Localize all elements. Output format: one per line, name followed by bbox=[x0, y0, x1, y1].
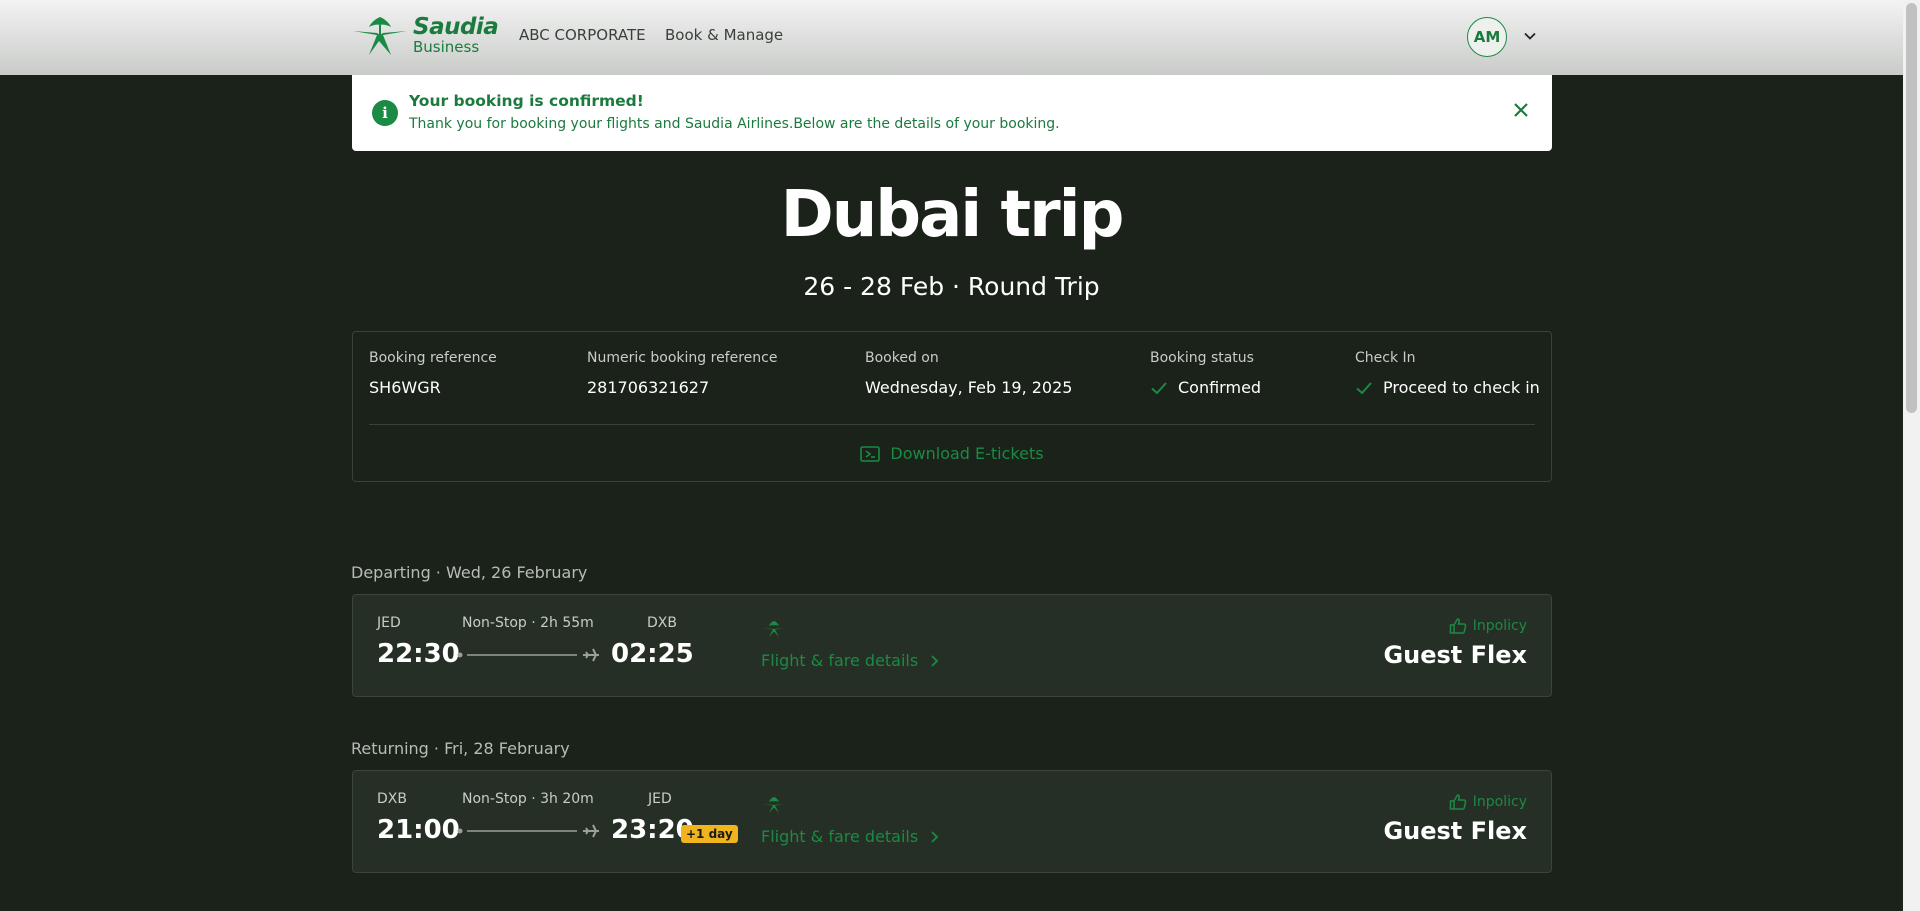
saudia-business-logo[interactable]: Saudia Business bbox=[351, 13, 499, 57]
chevron-right-icon bbox=[931, 654, 939, 667]
checkmark-icon bbox=[1151, 381, 1167, 394]
close-icon[interactable] bbox=[1512, 101, 1530, 119]
info-icon: i bbox=[372, 100, 398, 126]
flight-duration: Non-Stop · 2h 55m bbox=[462, 615, 594, 631]
brand-name: Saudia bbox=[413, 13, 499, 40]
chevron-down-icon[interactable] bbox=[1523, 29, 1537, 43]
origin-code: JED bbox=[377, 615, 401, 631]
download-label[interactable]: Download E-tickets bbox=[890, 444, 1043, 463]
field-label: Booking status bbox=[1150, 350, 1254, 366]
policy-label: Inpolicy bbox=[1472, 794, 1527, 810]
in-policy-badge: Inpolicy bbox=[1449, 617, 1527, 635]
booking-status: Booking status Confirmed bbox=[1150, 350, 1261, 397]
flight-fare-details-link[interactable]: Flight & fare details bbox=[761, 651, 940, 670]
trip-dates: 26 - 28 Feb · Round Trip bbox=[803, 272, 1100, 301]
numeric-booking-reference: Numeric booking reference 281706321627 bbox=[587, 350, 777, 397]
booking-confirmed-banner: i Your booking is confirmed! Thank you f… bbox=[352, 75, 1552, 151]
field-value[interactable]: Proceed to check in bbox=[1355, 378, 1540, 397]
checkmark-icon bbox=[1356, 381, 1372, 394]
field-label: Booking reference bbox=[369, 350, 497, 366]
check-in-value[interactable]: Proceed to check in bbox=[1383, 378, 1540, 397]
field-value: Wednesday, Feb 19, 2025 bbox=[865, 378, 1072, 397]
ticket-icon bbox=[860, 445, 881, 462]
field-label: Numeric booking reference bbox=[587, 350, 778, 366]
field-value: Confirmed bbox=[1150, 378, 1261, 397]
saudia-palm-logo-icon bbox=[353, 17, 407, 55]
divider bbox=[369, 424, 1535, 425]
booking-reference: Booking reference SH6WGR bbox=[369, 350, 497, 397]
flight-route-line-icon bbox=[457, 648, 599, 662]
top-navigation-bar: Saudia Business ABC CORPORATE Book & Man… bbox=[0, 0, 1903, 75]
chevron-right-icon bbox=[931, 830, 939, 843]
flight-route-line-icon bbox=[457, 824, 599, 838]
returning-section-label: Returning · Fri, 28 February bbox=[351, 739, 570, 758]
booked-on-value: Wednesday, Feb 19, 2025 bbox=[865, 378, 1073, 397]
fare-name: Guest Flex bbox=[1383, 641, 1527, 669]
field-value: SH6WGR bbox=[369, 378, 497, 397]
thumbs-up-icon bbox=[1449, 618, 1467, 634]
destination-code: JED bbox=[648, 791, 672, 807]
banner-title: Your booking is confirmed! bbox=[409, 92, 644, 110]
booking-details-card: Booking reference SH6WGR Numeric booking… bbox=[352, 331, 1552, 482]
departing-flight-card[interactable]: JED Non-Stop · 2h 55m DXB 22:30 02:25 Fl… bbox=[352, 594, 1552, 697]
banner-message: Thank you for booking your flights and S… bbox=[409, 116, 1060, 132]
departing-section-label: Departing · Wed, 26 February bbox=[351, 563, 588, 582]
returning-flight-card[interactable]: DXB Non-Stop · 3h 20m JED 21:00 23:20 +1… bbox=[352, 770, 1552, 873]
scrollbar-thumb[interactable] bbox=[1906, 3, 1917, 413]
flight-fare-details-link[interactable]: Flight & fare details bbox=[761, 827, 940, 846]
field-value: 281706321627 bbox=[587, 378, 777, 397]
flight-duration: Non-Stop · 3h 20m bbox=[462, 791, 594, 807]
departure-time: 22:30 bbox=[377, 639, 460, 669]
origin-code: DXB bbox=[377, 791, 407, 807]
numeric-reference-value: 281706321627 bbox=[587, 378, 710, 397]
fare-name: Guest Flex bbox=[1383, 817, 1527, 845]
departure-time: 21:00 bbox=[377, 815, 460, 845]
nav-abc-corporate[interactable]: ABC CORPORATE bbox=[519, 26, 646, 44]
destination-code: DXB bbox=[647, 615, 677, 631]
policy-label: Inpolicy bbox=[1472, 618, 1527, 634]
field-label: Booked on bbox=[865, 350, 939, 366]
trip-title: Dubai trip bbox=[780, 178, 1125, 252]
details-link-label[interactable]: Flight & fare details bbox=[761, 827, 918, 846]
user-avatar[interactable]: AM bbox=[1467, 17, 1507, 57]
brand-subtitle: Business bbox=[413, 37, 480, 56]
details-link-label[interactable]: Flight & fare details bbox=[761, 651, 918, 670]
download-etickets-button[interactable]: Download E-tickets bbox=[353, 444, 1551, 467]
page-scrollbar[interactable] bbox=[1903, 0, 1920, 911]
in-policy-badge: Inpolicy bbox=[1449, 793, 1527, 811]
saudia-airline-icon bbox=[763, 797, 785, 813]
thumbs-up-icon bbox=[1449, 794, 1467, 810]
nav-book-manage[interactable]: Book & Manage bbox=[665, 26, 783, 44]
check-in: Check In Proceed to check in bbox=[1355, 350, 1540, 397]
booking-reference-value: SH6WGR bbox=[369, 378, 441, 397]
booked-on: Booked on Wednesday, Feb 19, 2025 bbox=[865, 350, 1072, 397]
booking-status-value: Confirmed bbox=[1178, 378, 1262, 397]
saudia-airline-icon bbox=[763, 621, 785, 637]
arrival-time: 02:25 bbox=[611, 639, 694, 669]
field-label: Check In bbox=[1355, 350, 1416, 366]
next-day-badge: +1 day bbox=[681, 825, 738, 843]
